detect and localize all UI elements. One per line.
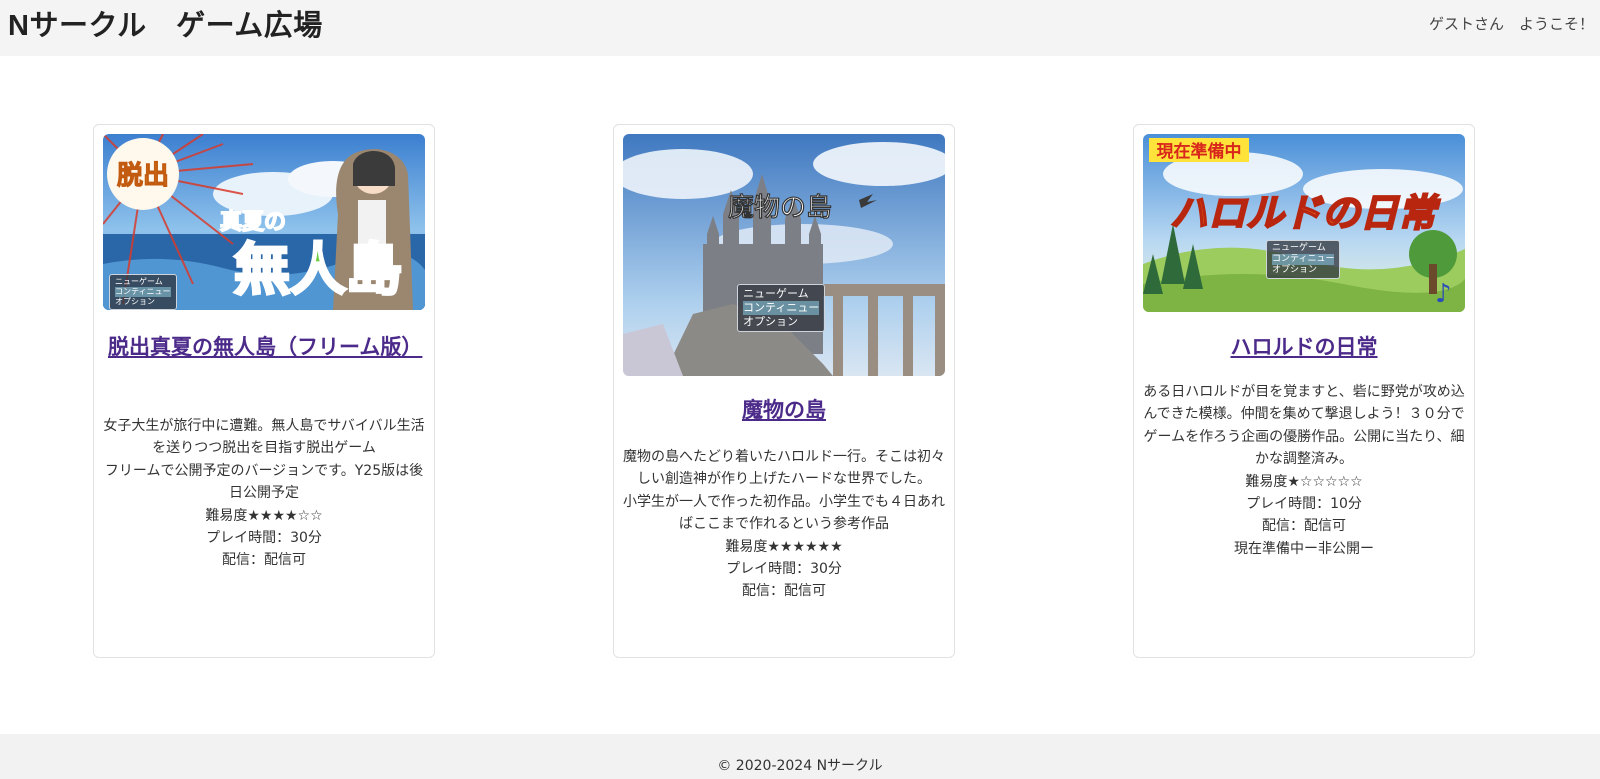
- game-details: 魔物の島へたどり着いたハロルド一行。そこは初々しい創造神が作り上げたハードな世界…: [623, 446, 945, 603]
- menu-item: コンティニュー: [115, 287, 171, 297]
- game-thumbnail[interactable]: 魔物の島 ニューゲーム コンティニュー オプション: [623, 134, 945, 376]
- thumbnail-castle-art: 魔物の島: [623, 134, 945, 376]
- difficulty-rating: 難易度★★★★☆☆: [205, 507, 323, 524]
- play-time: プレイ時間：30分: [726, 561, 842, 578]
- difficulty-rating: 難易度★★★★★★: [725, 538, 843, 555]
- menu-item: ニューゲーム: [743, 287, 809, 300]
- streaming-permission: 配信：配信可: [222, 552, 306, 569]
- thumbnail-caption: ハロルドの日常: [1170, 191, 1441, 235]
- welcome-message: ゲストさん ようこそ！: [1428, 15, 1594, 33]
- menu-item: コンティニュー: [743, 301, 820, 315]
- game-description: ある日ハロルドが目を覚ますと、砦に野党が攻め込んできた模様。仲間を集めて撃退しよ…: [1143, 384, 1465, 468]
- game-menu-preview: ニューゲーム コンティニュー オプション: [1266, 240, 1341, 279]
- game-description: 女子大生が旅行中に遭難。無人島でサバイバル生活を送りつつ脱出を目指す脱出ゲーム: [103, 418, 425, 457]
- svg-text:♪: ♪: [1435, 279, 1452, 309]
- status-badge: 現在準備中: [1157, 141, 1242, 162]
- thumbnail-caption: 魔物の島: [728, 193, 832, 223]
- game-description: 小学生が一人で作った初作品。小学生でも４日あればここまで作れるという参考作品: [623, 493, 945, 533]
- menu-item: コンティニュー: [1272, 254, 1335, 265]
- caption-large: 無人島: [234, 238, 402, 303]
- game-title-link[interactable]: 脱出真夏の無人島（フリーム版）: [108, 330, 422, 364]
- menu-item: ニューゲーム: [1272, 243, 1326, 253]
- menu-item: オプション: [743, 315, 798, 328]
- streaming-permission: 配信：配信可: [1262, 518, 1346, 535]
- game-description: 魔物の島へたどり着いたハロルド一行。そこは初々しい創造神が作り上げたハードな世界…: [623, 449, 945, 488]
- play-time: プレイ時間：10分: [1246, 496, 1362, 513]
- game-details: ある日ハロルドが目を覚ますと、砦に野党が攻め込んできた模様。仲間を集めて撃退しよ…: [1143, 381, 1465, 560]
- game-card: 魔物の島 ニューゲーム コンティニュー オプション 魔物の島 魔物の島へたどり着…: [613, 124, 955, 658]
- play-time: プレイ時間：30分: [206, 530, 322, 547]
- thumbnail-meadow-art: ♪ 現在準備中 ハロルドの日常: [1143, 134, 1465, 312]
- difficulty-rating: 難易度★☆☆☆☆☆: [1245, 473, 1363, 490]
- publish-status: 現在準備中ー非公開ー: [1234, 540, 1374, 557]
- game-thumbnail[interactable]: ♪ 現在準備中 ハロルドの日常 ニューゲーム コンティニュー オプション: [1143, 134, 1465, 312]
- site-header: Nサークル ゲーム広場 ゲストさん ようこそ！: [0, 0, 1600, 56]
- game-details: 女子大生が旅行中に遭難。無人島でサバイバル生活を送りつつ脱出を目指す脱出ゲーム …: [103, 415, 425, 572]
- copyright-text: © 2020-2024 Nサークル: [717, 758, 883, 774]
- site-title[interactable]: Nサークル ゲーム広場: [8, 2, 323, 44]
- game-description: フリームで公開予定のバージョンです。Y25版は後日公開予定: [104, 462, 424, 502]
- badge-text: 脱出: [117, 161, 169, 191]
- game-menu-preview: ニューゲーム コンティニュー オプション: [737, 284, 826, 332]
- caption-small: 真夏の: [220, 209, 286, 235]
- game-thumbnail[interactable]: 脱出 真夏の 無人島 ニューゲーム コンティニュー オプション: [103, 134, 425, 310]
- game-title-link[interactable]: 魔物の島: [628, 393, 940, 427]
- game-card: ♪ 現在準備中 ハロルドの日常 ニューゲーム コンティニュー オプション ハロル…: [1133, 124, 1475, 658]
- site-footer: © 2020-2024 Nサークル: [0, 734, 1600, 779]
- menu-item: ニューゲーム: [115, 277, 163, 286]
- game-title-link[interactable]: ハロルドの日常: [1148, 330, 1460, 364]
- game-menu-preview: ニューゲーム コンティニュー オプション: [109, 274, 177, 310]
- menu-item: オプション: [1272, 265, 1318, 275]
- streaming-permission: 配信：配信可: [742, 583, 826, 600]
- menu-item: オプション: [115, 297, 155, 306]
- game-card: 脱出 真夏の 無人島 ニューゲーム コンティニュー オプション 脱出真夏の無人島…: [93, 124, 435, 658]
